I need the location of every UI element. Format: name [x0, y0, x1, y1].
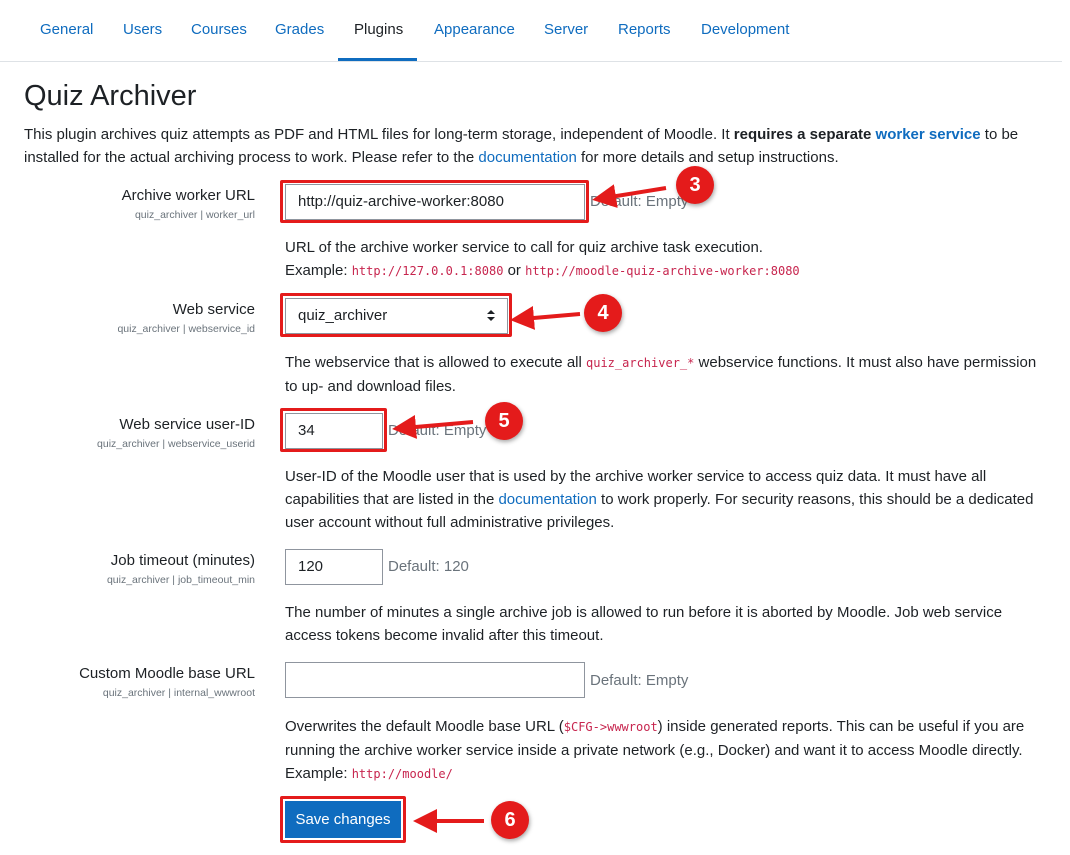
- worker-url-description: URL of the archive worker service to cal…: [285, 236, 1045, 283]
- tab-development[interactable]: Development: [701, 21, 789, 38]
- wwwroot-label: Custom Moodle base URL quiz_archiver | i…: [79, 664, 255, 700]
- admin-tab-bar: General Users Courses Grades Plugins App…: [0, 0, 1062, 62]
- userid-label: Web service user-ID quiz_archiver | webs…: [97, 415, 255, 451]
- worker-url-setting-name: quiz_archiver | worker_url: [134, 209, 255, 221]
- userid-description: User-ID of the Moodle user that is used …: [285, 465, 1045, 534]
- timeout-setting-name: quiz_archiver | job_timeout_min: [106, 574, 255, 586]
- wwwroot-input[interactable]: [285, 662, 585, 698]
- highlight-worker-url: [280, 180, 589, 223]
- tab-plugins[interactable]: Plugins: [354, 21, 403, 38]
- step-badge-3: 3: [676, 166, 714, 204]
- wwwroot-example-label: Example:: [285, 765, 352, 782]
- intro-bold-text: requires a separate: [733, 126, 872, 143]
- plugin-description: This plugin archives quiz attempts as PD…: [24, 124, 1054, 169]
- worker-url-title: Archive worker URL: [121, 187, 255, 204]
- intro-text-1: This plugin archives quiz attempts as PD…: [24, 126, 734, 143]
- worker-url-label: Archive worker URL quiz_archiver | worke…: [122, 186, 255, 222]
- tab-general[interactable]: General: [40, 21, 93, 38]
- webservice-label: Web service quiz_archiver | webservice_i…: [117, 300, 255, 336]
- worker-url-default: Default: Empty: [590, 193, 689, 210]
- worker-url-example-2: http://moodle-quiz-archive-worker:8080: [525, 264, 800, 278]
- tab-users[interactable]: Users: [123, 21, 162, 38]
- wwwroot-setting-name: quiz_archiver | internal_wwwroot: [102, 687, 255, 699]
- timeout-label: Job timeout (minutes) quiz_archiver | jo…: [107, 551, 255, 587]
- step-badge-6: 6: [491, 801, 529, 839]
- userid-documentation-link[interactable]: documentation: [498, 491, 596, 508]
- timeout-default: Default: 120: [388, 558, 469, 575]
- step-badge-5: 5: [485, 402, 523, 440]
- highlight-userid: [280, 408, 387, 452]
- userid-title: Web service user-ID: [119, 416, 255, 433]
- tab-appearance[interactable]: Appearance: [434, 21, 515, 38]
- timeout-description: The number of minutes a single archive j…: [285, 604, 1003, 644]
- webservice-desc-1: The webservice that is allowed to execut…: [285, 354, 586, 371]
- wwwroot-title: Custom Moodle base URL: [79, 665, 255, 682]
- wwwroot-default: Default: Empty: [590, 672, 689, 689]
- wwwroot-example-code: http://moodle/: [351, 767, 453, 781]
- documentation-link[interactable]: documentation: [478, 149, 576, 166]
- wwwroot-description: Overwrites the default Moodle base URL (…: [285, 715, 1045, 786]
- webservice-title: Web service: [172, 301, 255, 318]
- userid-default: Default: Empty: [388, 422, 487, 439]
- tab-courses[interactable]: Courses: [191, 21, 247, 38]
- timeout-input[interactable]: 120: [285, 549, 383, 585]
- active-tab-indicator: [338, 58, 417, 61]
- worker-url-or: or: [503, 262, 526, 279]
- highlight-save-button: [280, 796, 406, 843]
- userid-setting-name: quiz_archiver | webservice_userid: [97, 438, 255, 450]
- arrow-4-icon: [510, 306, 581, 330]
- worker-url-example-1: http://127.0.0.1:8080: [351, 264, 504, 278]
- step-badge-4: 4: [584, 294, 622, 332]
- tab-server[interactable]: Server: [544, 21, 588, 38]
- webservice-description: The webservice that is allowed to execut…: [285, 351, 1045, 398]
- highlight-webservice: [280, 293, 512, 337]
- worker-service-link[interactable]: worker service: [876, 126, 981, 143]
- wwwroot-code: $CFG->wwwroot: [563, 720, 658, 734]
- webservice-code: quiz_archiver_*: [586, 356, 695, 370]
- wwwroot-desc-1: Overwrites the default Moodle base URL (: [285, 718, 564, 735]
- webservice-setting-name: quiz_archiver | webservice_id: [117, 323, 255, 335]
- worker-url-example-label: Example:: [285, 262, 352, 279]
- worker-url-desc-line: URL of the archive worker service to cal…: [285, 239, 763, 256]
- tab-grades[interactable]: Grades: [275, 21, 324, 38]
- timeout-title: Job timeout (minutes): [110, 552, 255, 569]
- intro-text-3: for more details and setup instructions.: [576, 148, 839, 166]
- page-title: Quiz Archiver: [24, 80, 197, 112]
- tab-reports[interactable]: Reports: [618, 21, 671, 38]
